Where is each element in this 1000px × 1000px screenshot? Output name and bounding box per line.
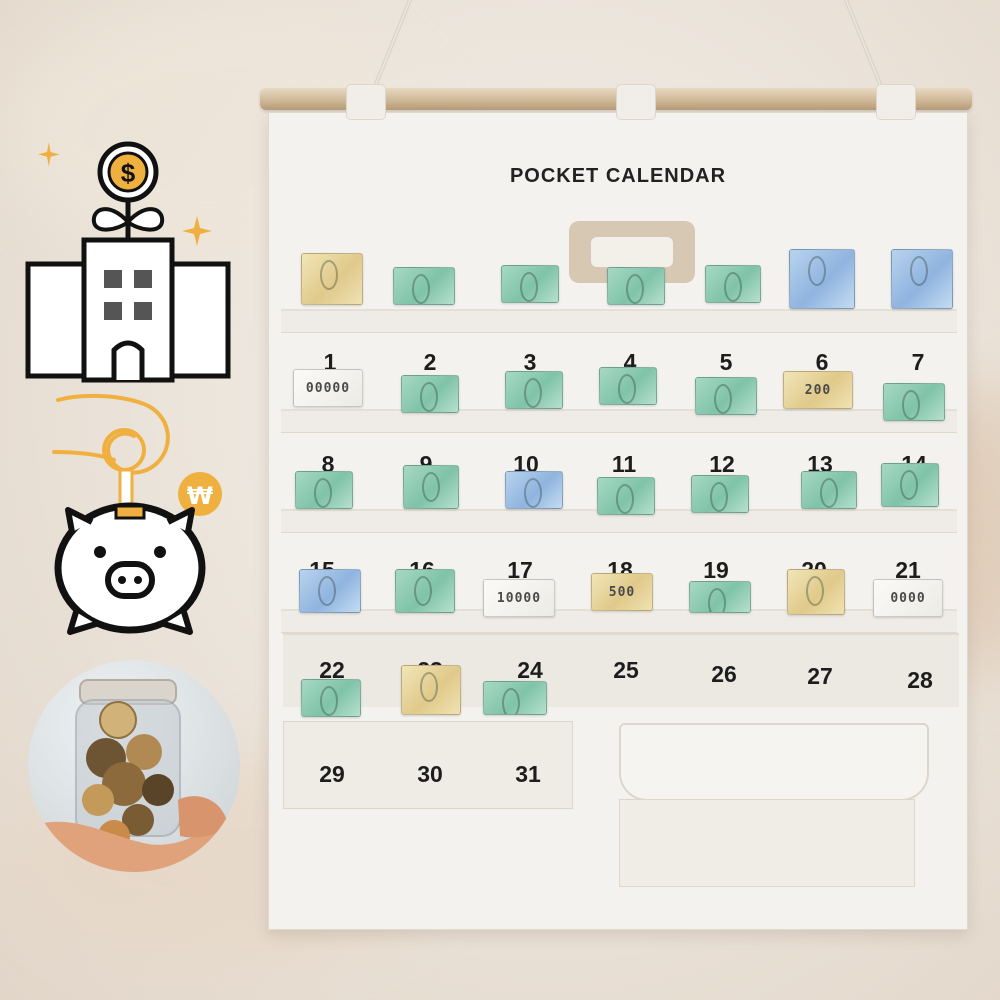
money-roll bbox=[501, 265, 559, 303]
day-number: 11 bbox=[611, 451, 637, 477]
day-number: 30 bbox=[417, 761, 443, 787]
pocket-calendar: POCKET CALENDAR 1 2 3 4 5 6 7 00000 200 … bbox=[268, 112, 968, 930]
money-roll bbox=[689, 581, 751, 613]
day-number: 5 bbox=[719, 349, 733, 375]
money-roll bbox=[891, 249, 953, 309]
day-number: 25 bbox=[613, 657, 639, 683]
won-symbol: ₩ bbox=[187, 482, 214, 510]
money-roll bbox=[599, 367, 657, 405]
money-roll bbox=[299, 569, 361, 613]
money-roll: 10000 bbox=[483, 579, 555, 617]
day-number: 7 bbox=[911, 349, 925, 375]
money-roll bbox=[403, 465, 459, 509]
day-number: 19 bbox=[703, 557, 729, 583]
dollar-symbol: $ bbox=[121, 158, 136, 188]
money-roll bbox=[691, 475, 749, 513]
money-roll bbox=[787, 569, 845, 615]
hanging-rope-right bbox=[840, 0, 886, 93]
day-number: 24 bbox=[517, 657, 543, 683]
money-roll bbox=[881, 463, 939, 507]
storage-pocket-flap bbox=[619, 723, 929, 801]
money-roll bbox=[505, 471, 563, 509]
money-roll bbox=[597, 477, 655, 515]
money-roll bbox=[483, 681, 547, 715]
money-roll bbox=[505, 371, 563, 409]
money-roll bbox=[401, 665, 461, 715]
money-roll bbox=[801, 471, 857, 509]
day-number: 12 bbox=[709, 451, 735, 477]
money-roll bbox=[295, 471, 353, 509]
bill-value: 00000 bbox=[305, 380, 351, 396]
calendar-title: POCKET CALENDAR bbox=[509, 165, 727, 187]
bill-value: 0000 bbox=[890, 590, 926, 606]
bill-value: 200 bbox=[804, 382, 832, 398]
money-roll: 500 bbox=[591, 573, 653, 611]
money-roll bbox=[393, 267, 455, 305]
money-roll bbox=[705, 265, 761, 303]
money-roll bbox=[607, 267, 665, 305]
money-roll: 0000 bbox=[873, 579, 943, 617]
coin-jar-photo bbox=[28, 660, 240, 872]
piggy-bank-with-won-coin-icon: ₩ bbox=[40, 392, 240, 646]
money-roll bbox=[301, 253, 363, 305]
day-number: 29 bbox=[319, 761, 345, 787]
money-roll: 200 bbox=[783, 371, 853, 409]
pocket-row bbox=[281, 409, 957, 433]
rod-tab bbox=[346, 84, 386, 120]
bill-value: 10000 bbox=[496, 590, 542, 606]
day-number: 2 bbox=[423, 349, 437, 375]
money-roll bbox=[301, 679, 361, 717]
day-number: 28 bbox=[907, 667, 933, 693]
rod-tab bbox=[876, 84, 916, 120]
storage-pocket bbox=[619, 799, 915, 887]
money-roll bbox=[401, 375, 459, 413]
money-roll bbox=[395, 569, 455, 613]
money-roll: 00000 bbox=[293, 369, 363, 407]
building-with-coin-plant-icon: $ bbox=[22, 140, 238, 390]
money-roll bbox=[695, 377, 757, 415]
day-number: 27 bbox=[807, 663, 833, 689]
day-number: 31 bbox=[515, 761, 541, 787]
rod-tab bbox=[616, 84, 656, 120]
bill-value: 500 bbox=[608, 584, 636, 600]
day-number: 26 bbox=[711, 661, 737, 687]
money-roll bbox=[789, 249, 855, 309]
pocket-row bbox=[281, 609, 957, 633]
pocket-row bbox=[281, 309, 957, 333]
money-roll bbox=[883, 383, 945, 421]
